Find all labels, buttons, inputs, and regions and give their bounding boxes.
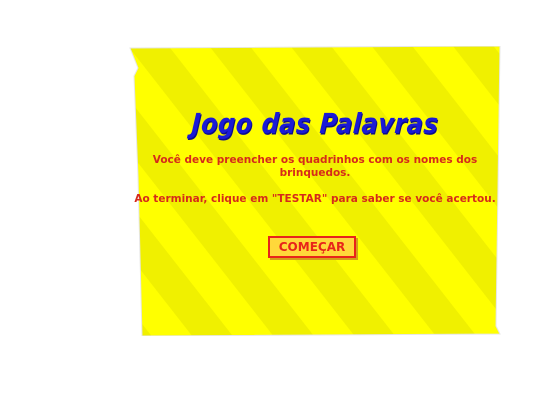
- game-title: Jogo das Palavras: [190, 107, 440, 141]
- intro-panel: Jogo das Palavras Você deve preencher os…: [128, 46, 502, 336]
- instruction-test: Ao terminar, clique em "TESTAR" para sab…: [134, 193, 496, 205]
- instruction-fill: Você deve preencher os quadrinhos com os…: [152, 154, 478, 179]
- game-stage: Jogo das Palavras Você deve preencher os…: [0, 0, 550, 400]
- instructions: Você deve preencher os quadrinhos com os…: [128, 154, 502, 219]
- start-button[interactable]: COMEÇAR: [268, 236, 356, 258]
